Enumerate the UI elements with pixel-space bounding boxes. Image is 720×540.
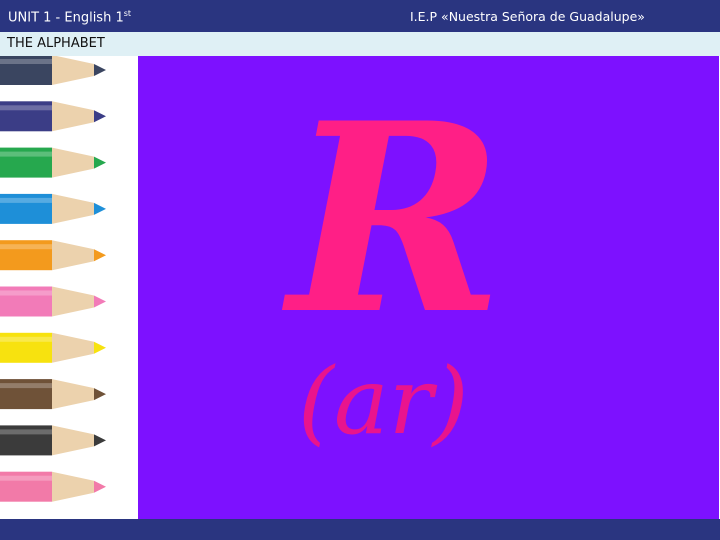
pencil-4 [0, 193, 106, 224]
letter-pronunciation: (ar) [298, 348, 469, 455]
colored-pencils-icon [0, 56, 106, 502]
pencil-8 [0, 379, 106, 410]
unit-title-text: UNIT 1 - English 1 [8, 10, 124, 26]
colored-pencils-image [0, 56, 138, 519]
alphabet-letter: R [288, 67, 505, 372]
section-title: THE ALPHABET [7, 36, 105, 51]
pencil-3 [0, 147, 106, 178]
pencil-10 [0, 471, 106, 502]
header-bar: UNIT 1 - English 1st I.E.P «Nuestra Seño… [0, 0, 720, 32]
footer-bar [0, 519, 720, 540]
subheader-bar: THE ALPHABET [0, 32, 720, 56]
pencil-5 [0, 240, 106, 271]
pencil-1 [0, 56, 106, 85]
pencil-2 [0, 101, 106, 132]
pencil-9 [0, 425, 106, 456]
unit-title-ordinal: st [123, 9, 132, 18]
pencil-6 [0, 286, 106, 317]
letter-panel: R (ar) [138, 56, 719, 519]
pencil-7 [0, 332, 106, 363]
school-name: I.E.P «Nuestra Señora de Guadalupe» [410, 9, 645, 24]
unit-title: UNIT 1 - English 1st [8, 9, 131, 25]
